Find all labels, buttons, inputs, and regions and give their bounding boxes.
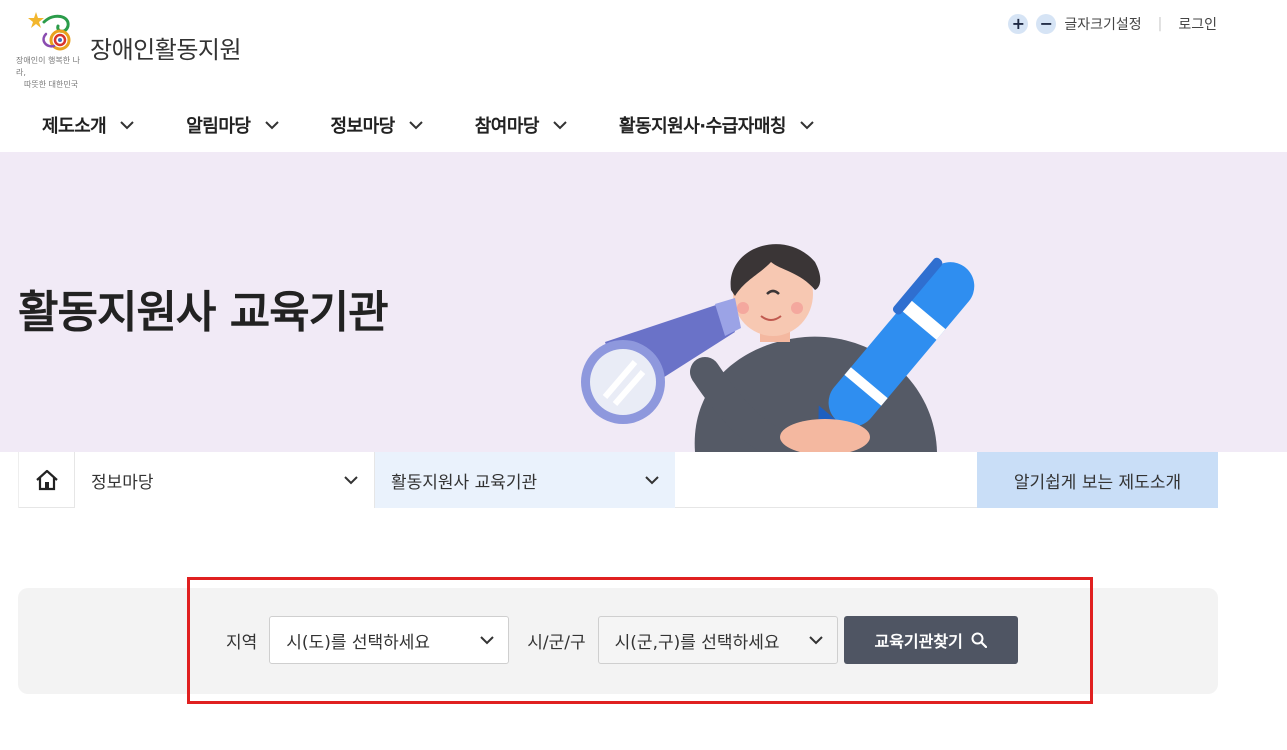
- chevron-down-icon: [409, 120, 423, 129]
- easy-guide-button[interactable]: 알기쉽게 보는 제도소개: [977, 452, 1218, 508]
- gnb-item-system-intro[interactable]: 제도소개: [42, 112, 134, 138]
- search-row: 지역 시(도)를 선택하세요 시/군/구 시(군,구)를 선택하세요 교육기관찾…: [226, 616, 1018, 664]
- font-increase-button[interactable]: +: [1008, 14, 1029, 34]
- gnb-label: 참여마당: [474, 116, 540, 137]
- slogan-line-1: 장애인이 행복한 나라,: [16, 56, 80, 77]
- person-with-telescope-illustration: [581, 244, 975, 452]
- district-select-value: 시(군,구)를 선택하세요: [614, 632, 780, 653]
- breadcrumb-level2-label: 활동지원사 교육기관: [391, 472, 538, 493]
- global-nav: 제도소개 알림마당 정보마당 참여마당 활동지원사·수급자매칭: [42, 112, 866, 138]
- region-select[interactable]: 시(도)를 선택하세요: [269, 616, 510, 664]
- chevron-down-icon: [808, 635, 823, 644]
- slogan-line-2: 따뜻한 대한민국: [24, 80, 79, 89]
- institution-search-panel: 지역 시(도)를 선택하세요 시/군/구 시(군,구)를 선택하세요 교육기관찾…: [18, 588, 1218, 694]
- gnb-item-info[interactable]: 정보마당: [331, 112, 423, 138]
- font-size-setting-link[interactable]: 글자크기설정: [1064, 14, 1141, 34]
- chevron-down-icon: [120, 120, 134, 129]
- gnb-item-notice[interactable]: 알림마당: [186, 112, 279, 138]
- site-header: 장애인이 행복한 나라, 따뜻한 대한민국 장애인활동지원 + − 글자크기설정…: [0, 0, 1287, 152]
- gnb-label: 정보마당: [330, 116, 396, 137]
- gnb-label: 알림마당: [186, 116, 251, 137]
- home-button[interactable]: [18, 452, 75, 508]
- chevron-down-icon: [645, 475, 659, 484]
- chevron-down-icon: [480, 635, 494, 644]
- chevron-down-icon: [264, 120, 279, 129]
- location-bar: 정보마당 활동지원사 교육기관 알기쉽게 보는 제도소개: [18, 452, 1218, 508]
- chevron-down-icon: [800, 120, 814, 129]
- chevron-down-icon: [344, 475, 358, 484]
- site-logo[interactable]: 장애인이 행복한 나라, 따뜻한 대한민국 장애인활동지원: [16, 12, 256, 89]
- site-title: 장애인활동지원: [90, 36, 242, 64]
- breadcrumb-spacer: [675, 452, 977, 507]
- utility-menu: + − 글자크기설정 | 로그인: [1008, 14, 1217, 34]
- find-institution-label: 교육기관찾기: [874, 632, 963, 651]
- district-label: 시/군/구: [527, 632, 586, 653]
- district-select[interactable]: 시(군,구)를 선택하세요: [597, 616, 838, 664]
- util-divider: |: [1157, 16, 1163, 32]
- login-link[interactable]: 로그인: [1178, 14, 1217, 34]
- breadcrumb-level1-select[interactable]: 정보마당: [75, 452, 375, 508]
- breadcrumb-level2-select[interactable]: 활동지원사 교육기관: [375, 452, 675, 508]
- breadcrumb-level1-label: 정보마당: [91, 472, 154, 493]
- gnb-item-participation[interactable]: 참여마당: [475, 112, 567, 138]
- region-label: 지역: [226, 632, 258, 653]
- search-icon: [971, 632, 987, 648]
- gnb-item-matching[interactable]: 활동지원사·수급자매칭: [619, 112, 814, 138]
- chevron-down-icon: [553, 120, 567, 129]
- page-title: 활동지원사 교육기관: [18, 287, 389, 338]
- home-icon: [35, 469, 58, 491]
- hero-banner: 활동지원사 교육기관: [0, 152, 1287, 452]
- gnb-label: 활동지원사·수급자매칭: [619, 116, 786, 137]
- font-decrease-button[interactable]: −: [1036, 14, 1057, 34]
- logo-slogan: 장애인이 행복한 나라, 따뜻한 대한민국: [16, 55, 88, 91]
- gnb-label: 제도소개: [42, 116, 107, 137]
- find-institution-button[interactable]: 교육기관찾기: [843, 616, 1018, 664]
- region-select-value: 시(도)를 선택하세요: [286, 632, 431, 653]
